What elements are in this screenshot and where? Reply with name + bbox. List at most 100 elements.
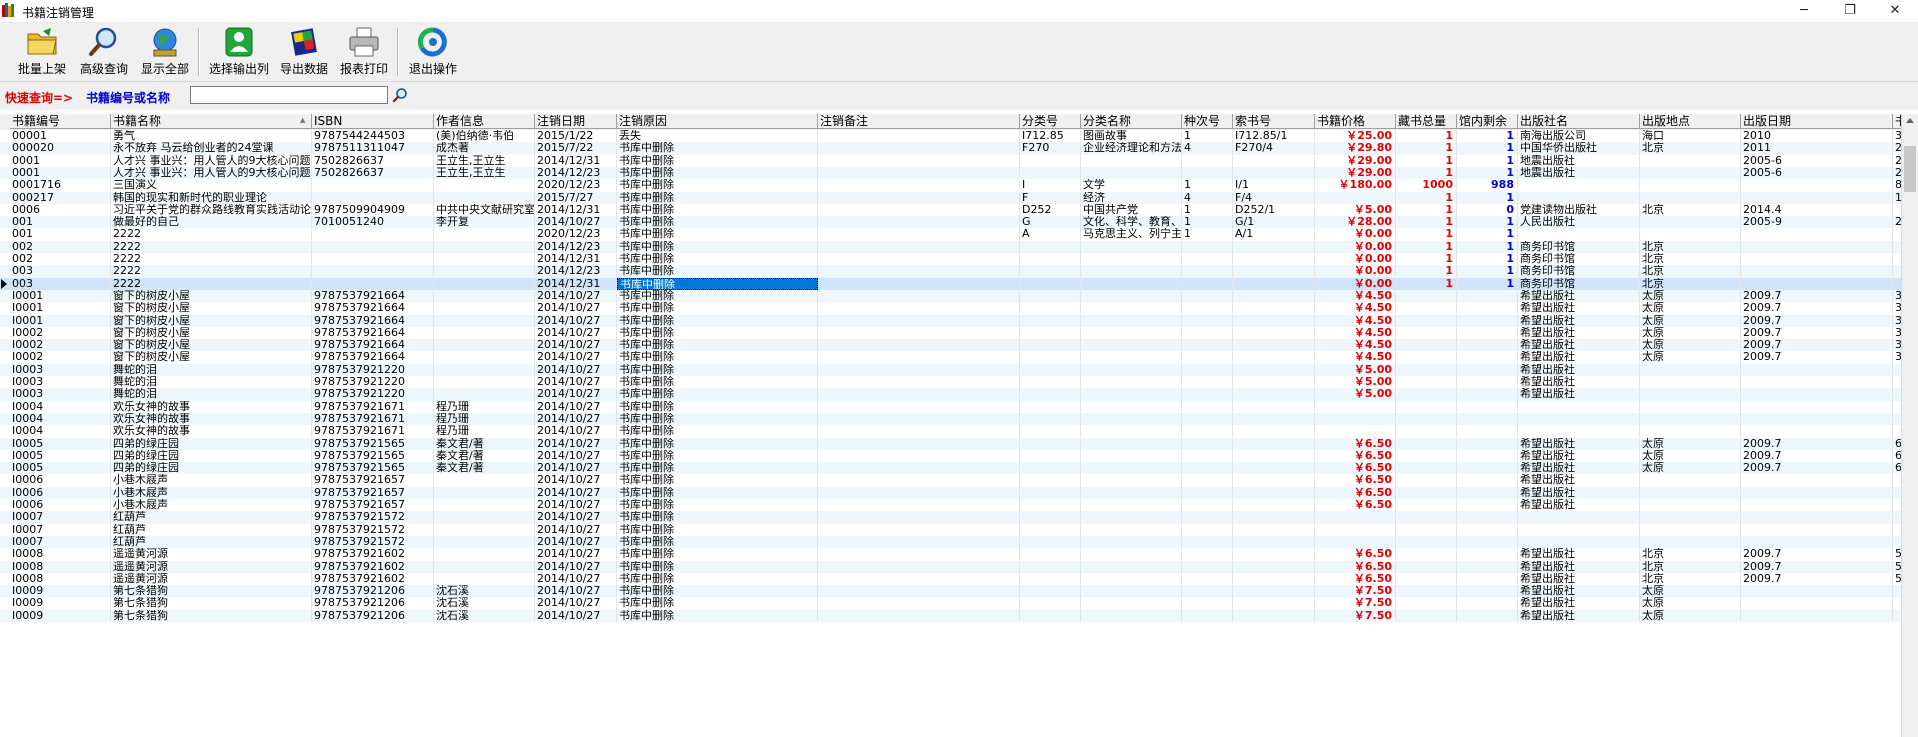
cell-cancel-reason[interactable]: 书库中删除 — [617, 302, 818, 315]
cell-class-no[interactable] — [1020, 585, 1081, 598]
cell-cancel-reason[interactable]: 书库中删除 — [617, 474, 818, 487]
cell-book-id[interactable]: 001 — [10, 216, 111, 229]
cell-publish-date[interactable]: 2009.7 — [1741, 560, 1893, 573]
cell-seq-no[interactable] — [1182, 166, 1233, 180]
cell-total-copies[interactable] — [1396, 314, 1457, 327]
cell-cancel-date[interactable]: 2014/10/27 — [535, 523, 617, 536]
cell-remaining[interactable]: 1 — [1457, 216, 1518, 229]
table-row[interactable]: I0008 遥遥黄河源 9787537921602 2014/10/27 书库中删除 ￥6… — [0, 548, 1918, 561]
cell-cancel-reason[interactable]: 书库中删除 — [617, 240, 818, 253]
cell-cancel-date[interactable]: 2014/10/27 — [535, 548, 617, 561]
cell-total-copies[interactable] — [1396, 535, 1457, 549]
cell-book-name[interactable]: 小巷木屐声 — [111, 499, 312, 512]
cell-call-no[interactable] — [1233, 560, 1315, 573]
cell-price[interactable]: ￥0.00 — [1315, 240, 1396, 253]
cell-total-copies[interactable] — [1396, 376, 1457, 389]
cell-cancel-reason[interactable]: 书库中删除 — [617, 253, 818, 266]
cell-cancel-note[interactable] — [818, 130, 1020, 143]
cell-isbn[interactable]: 9787537921657 — [312, 486, 434, 499]
cell-publish-place[interactable] — [1640, 511, 1741, 524]
cell-cancel-reason[interactable]: 书库中删除 — [617, 572, 818, 586]
cell-total-copies[interactable]: 1 — [1396, 277, 1457, 290]
table-row[interactable]: I0005 四弟的绿庄园 9787537921565 秦文君/著 2014/10/27 书… — [0, 437, 1918, 450]
cell-cancel-note[interactable] — [818, 228, 1020, 241]
cell-publish-date[interactable]: 2009.7 — [1741, 326, 1893, 340]
cell-call-no[interactable]: F270/4 — [1233, 142, 1315, 155]
cell-book-id[interactable]: 0001716 — [10, 179, 111, 192]
cell-remaining[interactable] — [1457, 412, 1518, 426]
cell-total-copies[interactable] — [1396, 523, 1457, 536]
cell-publisher[interactable] — [1518, 400, 1640, 413]
cell-publish-date[interactable]: 2009.7 — [1741, 462, 1893, 475]
table-row[interactable]: 0001 人才兴 事业兴：用人管人的9大核心问题 7502826637 王立生,王立生… — [0, 154, 1918, 167]
cell-total-copies[interactable] — [1396, 597, 1457, 610]
cell-publish-date[interactable]: 2009.7 — [1741, 449, 1893, 463]
cell-price[interactable]: ￥7.50 — [1315, 609, 1396, 622]
cell-cancel-note[interactable] — [818, 388, 1020, 401]
table-row[interactable]: I0003 舞蛇的泪 9787537921220 2014/10/27 书库中删除 ￥5.… — [0, 376, 1918, 389]
cell-publish-place[interactable] — [1640, 216, 1741, 229]
cell-publish-place[interactable]: 太原 — [1640, 437, 1741, 450]
cell-author[interactable] — [434, 289, 535, 303]
cell-price[interactable]: ￥7.50 — [1315, 597, 1396, 610]
cell-author[interactable]: 沈石溪 — [434, 597, 535, 610]
cell-class-no[interactable]: F — [1020, 191, 1081, 204]
cell-isbn[interactable]: 9787537921664 — [312, 314, 434, 327]
cell-class-name[interactable] — [1081, 302, 1182, 315]
cell-class-name[interactable] — [1081, 166, 1182, 180]
cell-publisher[interactable]: 希望出版社 — [1518, 449, 1640, 463]
cell-seq-no[interactable] — [1182, 351, 1233, 364]
cell-cancel-date[interactable]: 2014/10/27 — [535, 216, 617, 229]
cell-publish-place[interactable]: 海口 — [1640, 130, 1741, 143]
cell-cancel-reason[interactable]: 书库中删除 — [617, 154, 818, 167]
cell-author[interactable] — [434, 351, 535, 364]
search-icon[interactable] — [392, 87, 408, 103]
cell-book-id[interactable]: 0001 — [10, 166, 111, 180]
cell-publish-date[interactable]: 2009.7 — [1741, 437, 1893, 450]
column-header-isbn[interactable]: ISBN — [312, 114, 434, 129]
cell-price[interactable]: ￥4.50 — [1315, 289, 1396, 303]
cell-seq-no[interactable] — [1182, 376, 1233, 389]
cell-total-copies[interactable]: 1 — [1396, 142, 1457, 155]
cell-total-copies[interactable] — [1396, 289, 1457, 303]
cell-seq-no[interactable] — [1182, 597, 1233, 610]
cell-class-name[interactable] — [1081, 437, 1182, 450]
cell-class-no[interactable] — [1020, 302, 1081, 315]
select-output-columns-button[interactable]: 选择输出列 — [206, 26, 272, 78]
cell-class-no[interactable]: F270 — [1020, 142, 1081, 155]
cell-price[interactable]: ￥29.00 — [1315, 166, 1396, 180]
cell-total-copies[interactable]: 1 — [1396, 228, 1457, 241]
table-row[interactable]: I0005 四弟的绿庄园 9787537921565 秦文君/著 2014/10/27 书… — [0, 449, 1918, 463]
cell-book-id[interactable]: I0005 — [10, 462, 111, 475]
cell-class-no[interactable] — [1020, 253, 1081, 266]
cell-publish-date[interactable] — [1741, 388, 1893, 401]
cell-call-no[interactable] — [1233, 597, 1315, 610]
cell-class-no[interactable]: A — [1020, 228, 1081, 241]
cell-publish-date[interactable]: 2014.4 — [1741, 203, 1893, 217]
cell-isbn[interactable]: 9787537921664 — [312, 302, 434, 315]
cell-remaining[interactable] — [1457, 425, 1518, 438]
cell-class-name[interactable] — [1081, 474, 1182, 487]
cell-class-no[interactable] — [1020, 609, 1081, 622]
column-header-publish-date[interactable]: 出版日期 — [1741, 114, 1893, 129]
cell-publisher[interactable]: 希望出版社 — [1518, 597, 1640, 610]
table-row[interactable]: I0008 遥遥黄河源 9787537921602 2014/10/27 书库中删除 ￥6… — [0, 560, 1918, 573]
cell-cancel-reason[interactable]: 书库中删除 — [617, 326, 818, 340]
cell-class-name[interactable] — [1081, 548, 1182, 561]
cell-book-id[interactable]: I0008 — [10, 560, 111, 573]
cell-cancel-reason[interactable]: 书库中删除 — [617, 363, 818, 376]
cell-book-id[interactable]: I0004 — [10, 425, 111, 438]
cell-class-no[interactable] — [1020, 363, 1081, 376]
cell-call-no[interactable] — [1233, 400, 1315, 413]
cell-author[interactable] — [434, 179, 535, 192]
cell-book-id[interactable]: I0002 — [10, 351, 111, 364]
cell-book-name[interactable]: 勇气 — [111, 130, 312, 143]
cell-author[interactable] — [434, 388, 535, 401]
cell-class-no[interactable] — [1020, 597, 1081, 610]
cell-cancel-date[interactable]: 2014/12/23 — [535, 166, 617, 180]
cell-isbn[interactable]: 9787537921565 — [312, 449, 434, 463]
cell-cancel-date[interactable]: 2014/10/27 — [535, 609, 617, 622]
cell-author[interactable]: 沈石溪 — [434, 609, 535, 622]
cell-call-no[interactable] — [1233, 462, 1315, 475]
cell-publisher[interactable] — [1518, 523, 1640, 536]
